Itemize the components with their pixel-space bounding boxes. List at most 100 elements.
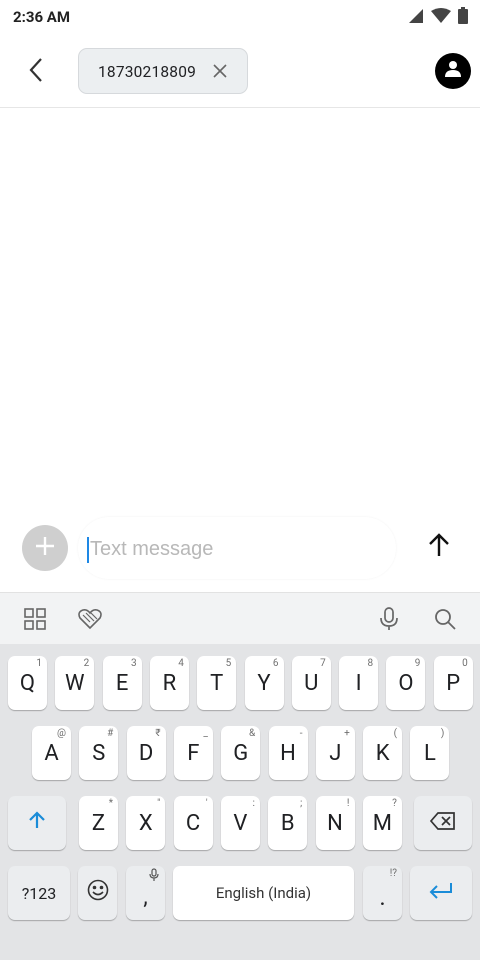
- key-d[interactable]: ₹ D: [126, 726, 166, 780]
- key-label: D: [138, 740, 154, 766]
- plus-icon: [34, 535, 56, 561]
- key-hint: 7: [320, 658, 326, 669]
- key-hint: +: [344, 728, 350, 739]
- key-label: A: [44, 740, 59, 766]
- period-hint: !?: [389, 868, 397, 879]
- key-label: N: [327, 810, 343, 836]
- key-a[interactable]: @ A: [32, 726, 71, 780]
- attach-button[interactable]: [22, 525, 68, 571]
- remove-recipient-icon[interactable]: [211, 62, 229, 80]
- key-label: E: [115, 670, 129, 696]
- app-bar: 18730218809: [0, 34, 480, 108]
- key-label: K: [375, 740, 390, 766]
- key-label: M: [372, 810, 392, 836]
- key-x[interactable]: " X: [126, 796, 166, 850]
- key-l[interactable]: ) L: [410, 726, 450, 780]
- emoji-icon: [87, 879, 109, 907]
- key-hint: ': [205, 798, 208, 809]
- search-icon[interactable]: [433, 607, 457, 631]
- key-hint: ₹: [155, 728, 161, 739]
- sticker-heart-icon[interactable]: [78, 607, 102, 631]
- key-f[interactable]: _ F: [173, 726, 213, 780]
- key-r[interactable]: 4R: [149, 656, 189, 710]
- key-e[interactable]: 3E: [102, 656, 142, 710]
- key-label: C: [185, 810, 201, 836]
- key-o[interactable]: 9O: [386, 656, 426, 710]
- key-j[interactable]: + J: [315, 726, 355, 780]
- key-y[interactable]: 6Y: [244, 656, 284, 710]
- key-label: U: [304, 670, 319, 696]
- key-hint: 4: [178, 658, 184, 669]
- key-hint: -: [299, 728, 303, 739]
- microphone-icon[interactable]: [377, 607, 401, 631]
- key-i[interactable]: 8I: [339, 656, 379, 710]
- key-hint: *: [108, 798, 113, 809]
- key-b[interactable]: ; B: [268, 796, 308, 850]
- key-label: B: [280, 810, 295, 836]
- compose-bar: [0, 514, 480, 592]
- shift-arrow-icon: [27, 810, 47, 836]
- back-button[interactable]: [20, 56, 52, 88]
- key-hint: 1: [36, 658, 42, 669]
- wifi-icon: [431, 7, 451, 24]
- comma-key[interactable]: ,: [126, 866, 165, 920]
- key-w[interactable]: 2W: [55, 656, 95, 710]
- period-key[interactable]: !? .: [363, 866, 402, 920]
- key-label: G: [233, 740, 249, 766]
- key-hint: :: [252, 798, 255, 809]
- key-label: R: [162, 670, 177, 696]
- key-label: J: [329, 740, 342, 766]
- backspace-icon: [429, 811, 456, 836]
- key-label: P: [446, 670, 461, 696]
- key-u[interactable]: 7U: [291, 656, 331, 710]
- enter-key[interactable]: [410, 866, 472, 920]
- send-button[interactable]: [426, 533, 452, 561]
- key-label: Z: [91, 810, 106, 836]
- period-label: .: [379, 883, 386, 911]
- status-icons: [408, 7, 468, 24]
- apps-grid-icon[interactable]: [23, 607, 47, 631]
- key-hint: @: [57, 728, 66, 739]
- recipient-number: 18730218809: [98, 63, 197, 81]
- key-n[interactable]: ! N: [315, 796, 355, 850]
- message-input[interactable]: [90, 535, 380, 563]
- key-label: I: [355, 670, 362, 696]
- key-hint: 2: [83, 658, 90, 669]
- recipient-chip[interactable]: 18730218809: [78, 48, 248, 94]
- key-hint: 5: [225, 658, 232, 669]
- key-label: Y: [257, 670, 271, 696]
- symbols-key[interactable]: ?123: [8, 866, 70, 920]
- key-z[interactable]: * Z: [79, 796, 118, 850]
- key-hint: ": [157, 798, 161, 809]
- key-t[interactable]: 5T: [197, 656, 237, 710]
- key-label: F: [187, 740, 200, 766]
- key-m[interactable]: ? M: [362, 796, 402, 850]
- back-arrow-icon: [28, 57, 44, 87]
- key-hint: 3: [130, 658, 137, 669]
- mic-hint-icon: [149, 868, 159, 885]
- key-h[interactable]: -H: [268, 726, 308, 780]
- emoji-key[interactable]: [78, 866, 117, 920]
- space-label: English (India): [215, 884, 312, 902]
- shift-key[interactable]: [8, 796, 66, 850]
- key-g[interactable]: & G: [221, 726, 261, 780]
- key-label: O: [398, 670, 414, 696]
- key-k[interactable]: (K: [363, 726, 403, 780]
- key-hint: #: [107, 728, 114, 739]
- key-label: T: [210, 670, 224, 696]
- key-q[interactable]: 1Q: [8, 656, 47, 710]
- backspace-key[interactable]: [414, 796, 472, 850]
- key-hint: 0: [462, 658, 468, 669]
- status-time: 2:36 AM: [13, 8, 70, 26]
- key-v[interactable]: :V: [220, 796, 260, 850]
- key-c[interactable]: ' C: [173, 796, 213, 850]
- key-p[interactable]: 0P: [433, 656, 473, 710]
- arrow-up-icon: [428, 533, 450, 561]
- key-hint: ;: [300, 798, 303, 809]
- space-key[interactable]: English (India): [173, 866, 354, 920]
- contact-avatar[interactable]: [435, 53, 471, 89]
- key-s[interactable]: # S: [79, 726, 119, 780]
- signal-icon: [408, 8, 424, 24]
- key-label: Q: [19, 670, 36, 696]
- key-hint: ?: [392, 798, 397, 809]
